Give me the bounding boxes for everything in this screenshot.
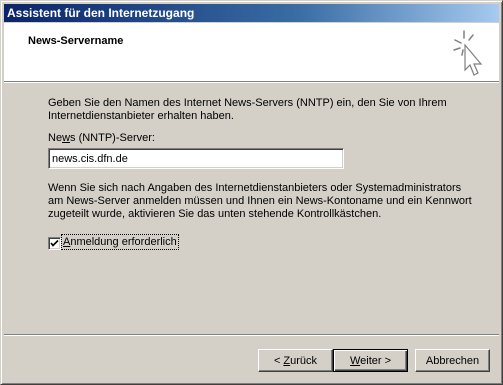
login-required-label[interactable]: Anmeldung erforderlich <box>61 234 179 250</box>
next-button[interactable]: Weiter > <box>333 349 408 372</box>
news-server-label-suffix: s (NNTP)-Server: <box>70 132 155 144</box>
back-button-rest: urück <box>290 354 318 367</box>
back-button-prefix: < <box>273 354 284 367</box>
header-separator <box>4 81 499 83</box>
next-button-mnemonic: W <box>349 354 361 367</box>
wizard-window: Assistent für den Internetzugang News-Se… <box>0 0 503 385</box>
news-server-label-prefix: Ne <box>48 132 63 144</box>
wizard-header: News-Servername <box>4 23 499 81</box>
news-server-input[interactable] <box>48 148 344 169</box>
news-server-label-mnemonic: w <box>62 132 71 144</box>
login-required-label-rest: nmeldung erforderlich <box>70 236 177 248</box>
page-title: News-Servername <box>28 35 124 47</box>
cancel-button[interactable]: Abbrechen <box>415 349 490 372</box>
back-button[interactable]: < Zurück <box>258 349 333 372</box>
window-title: Assistent für den Internetzugang <box>7 6 195 20</box>
next-button-rest: eiter > <box>360 354 392 367</box>
intro-text: Geben Sie den Namen des Internet News-Se… <box>48 97 447 122</box>
title-bar[interactable]: Assistent für den Internetzugang <box>4 4 499 22</box>
wizard-sparkle-cursor-icon <box>453 30 483 76</box>
login-info-text: Wenn Sie sich nach Angaben des Internetd… <box>48 182 472 220</box>
footer-separator <box>4 334 499 336</box>
login-required-checkbox[interactable] <box>48 237 61 250</box>
news-server-label: News (NNTP)-Server: <box>48 132 155 144</box>
checkmark-icon <box>50 239 59 247</box>
